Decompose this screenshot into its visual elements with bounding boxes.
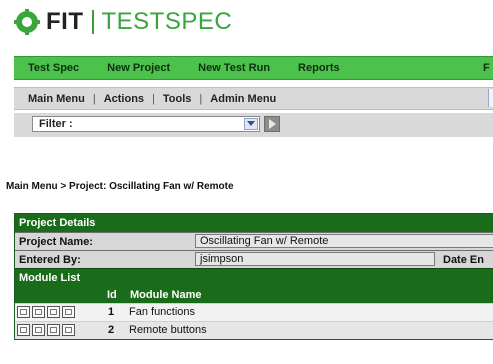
edit-icon[interactable]: [32, 324, 45, 336]
menu-main-menu[interactable]: Main Menu: [28, 93, 85, 105]
row-action-icons: [17, 306, 75, 318]
app-logo: FIT TESTSPEC: [14, 6, 232, 38]
module-list-header: Module List: [15, 268, 493, 287]
filter-go-button[interactable]: [264, 116, 280, 132]
project-details-panel: Project Details Project Name: Oscillatin…: [14, 213, 493, 340]
logo-divider: [91, 10, 94, 34]
gear-logo-icon: [14, 9, 40, 35]
nav-new-test-run[interactable]: New Test Run: [198, 62, 270, 74]
nav-new-project[interactable]: New Project: [107, 62, 170, 74]
column-header-id: Id: [107, 289, 117, 301]
view-icon[interactable]: [17, 306, 30, 318]
delete-icon[interactable]: [62, 324, 75, 336]
copy-icon[interactable]: [47, 324, 60, 336]
filter-label: Filter :: [39, 118, 73, 130]
row-action-icons: [17, 324, 75, 336]
module-name-link[interactable]: Remote buttons: [129, 324, 207, 336]
entered-by-row: Entered By: jsimpson Date En: [15, 250, 493, 268]
entered-by-label: Entered By:: [19, 253, 81, 266]
project-name-field[interactable]: Oscillating Fan w/ Remote: [195, 234, 493, 248]
entered-by-field[interactable]: jsimpson: [195, 252, 435, 266]
project-details-header: Project Details: [15, 214, 493, 232]
top-nav: Test Spec New Project New Test Run Repor…: [14, 56, 493, 80]
logo-product: TESTSPEC: [101, 8, 233, 35]
table-row: 1 Fan functions: [15, 303, 493, 321]
table-row: 2 Remote buttons: [15, 321, 493, 339]
module-list-column-headers: Id Module Name: [15, 287, 493, 303]
chevron-down-icon[interactable]: [244, 118, 258, 130]
search-field-edge[interactable]: [488, 89, 493, 107]
view-icon[interactable]: [17, 324, 30, 336]
date-entered-label: Date En: [443, 253, 484, 266]
copy-icon[interactable]: [47, 306, 60, 318]
menu-bar: Main Menu | Actions | Tools | Admin Menu: [14, 87, 493, 110]
module-id: 1: [108, 306, 115, 318]
delete-icon[interactable]: [62, 306, 75, 318]
play-arrow-icon: [269, 119, 276, 129]
project-name-row: Project Name: Oscillating Fan w/ Remote: [15, 232, 493, 250]
breadcrumb: Main Menu > Project: Oscillating Fan w/ …: [6, 181, 234, 192]
module-id: 2: [108, 324, 115, 336]
module-name-link[interactable]: Fan functions: [129, 306, 195, 318]
nav-reports[interactable]: Reports: [298, 62, 340, 74]
filter-select[interactable]: Filter :: [32, 116, 260, 132]
filter-bar: Filter :: [14, 113, 493, 137]
logo-brand: FIT: [46, 8, 84, 35]
menu-admin-menu[interactable]: Admin Menu: [210, 93, 276, 105]
menu-actions[interactable]: Actions: [104, 93, 144, 105]
edit-icon[interactable]: [32, 306, 45, 318]
menu-separator: |: [199, 92, 203, 105]
nav-test-spec[interactable]: Test Spec: [28, 62, 79, 74]
nav-cutoff-item[interactable]: F: [483, 62, 490, 74]
menu-separator: |: [92, 92, 96, 105]
project-name-label: Project Name:: [19, 235, 93, 248]
column-header-module-name: Module Name: [130, 289, 202, 301]
menu-separator: |: [152, 92, 155, 105]
menu-tools[interactable]: Tools: [163, 93, 192, 105]
